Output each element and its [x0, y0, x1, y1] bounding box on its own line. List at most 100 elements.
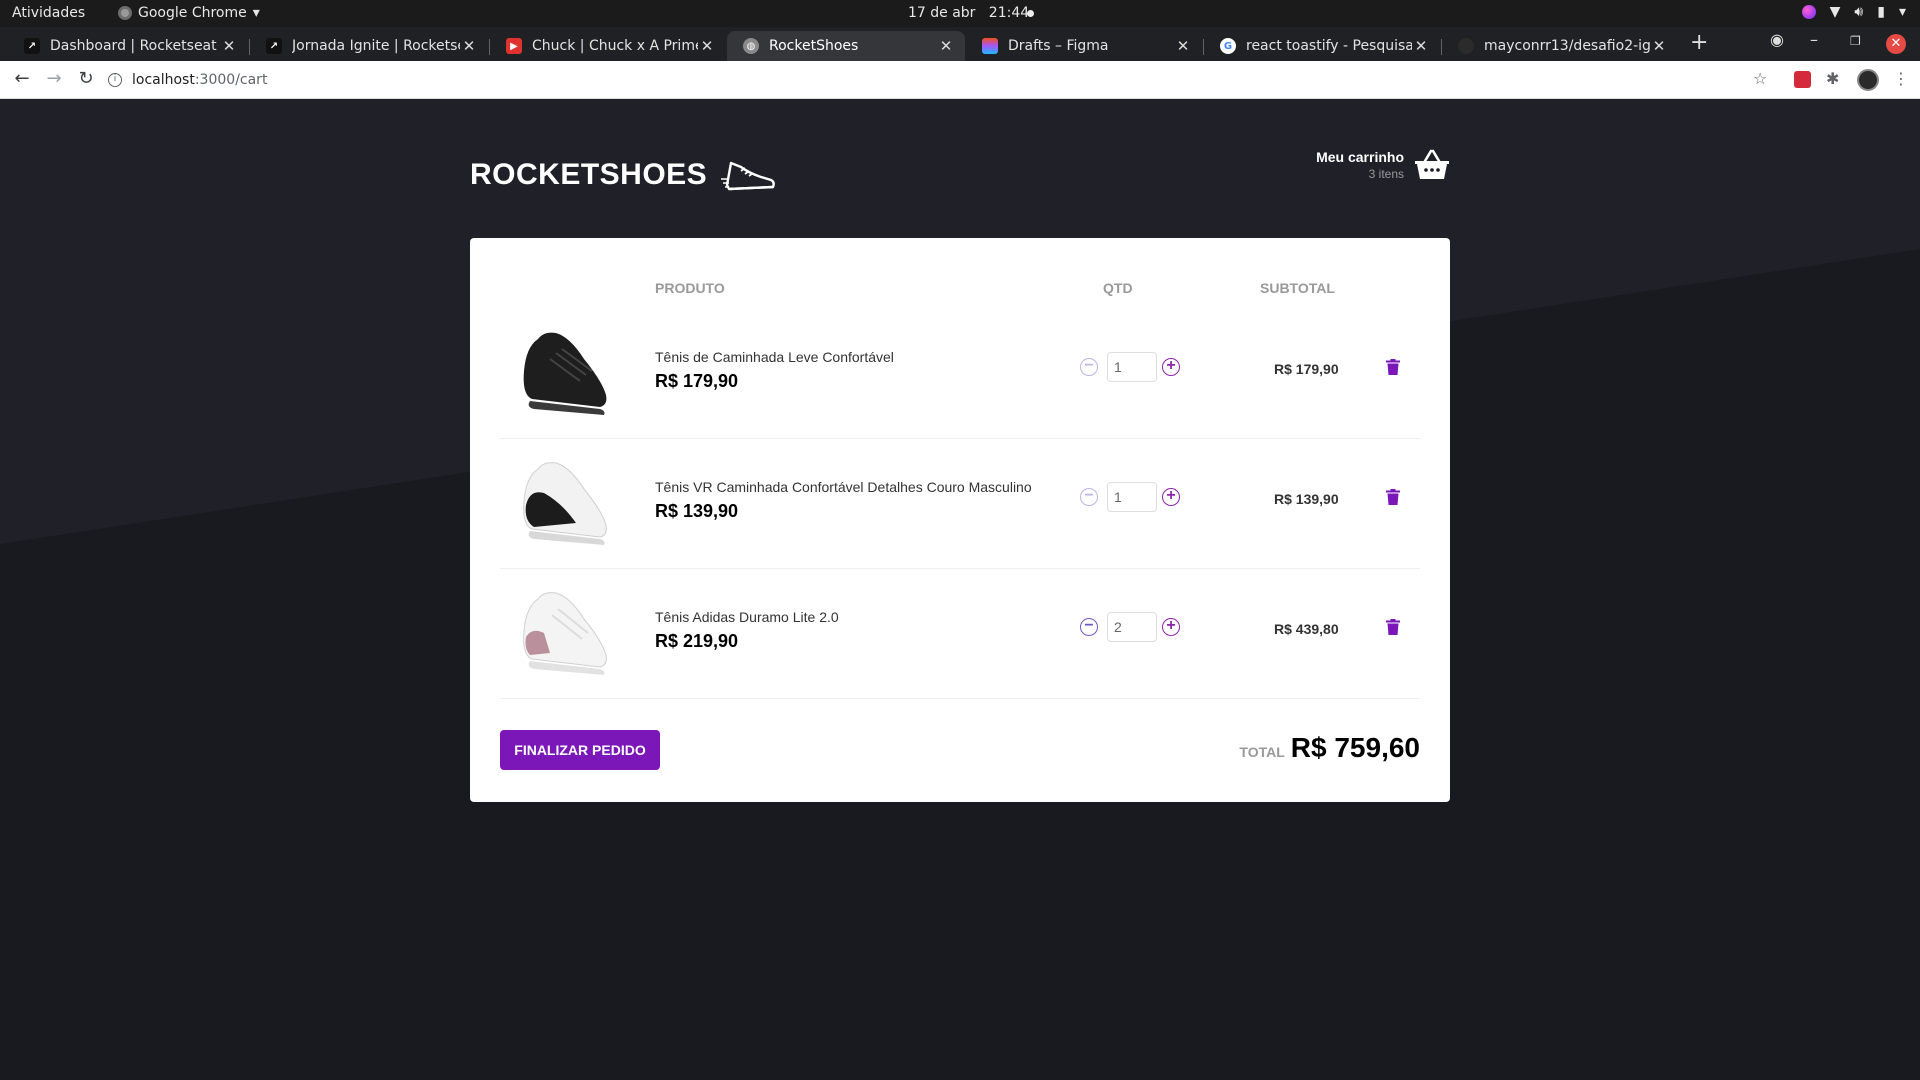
close-icon[interactable]: ✕	[220, 37, 238, 55]
decrement-qty-button[interactable]: −	[1080, 358, 1098, 376]
product-price: R$ 179,90	[655, 371, 739, 391]
tab-title: Dashboard | Rocketseat	[50, 38, 217, 54]
cart-item-row: Tênis VR Caminhada Confortável Detalhes …	[500, 439, 1420, 569]
decrement-qty-button[interactable]: −	[1080, 618, 1098, 636]
total-label: TOTAL	[1239, 744, 1285, 760]
forward-arrow-icon[interactable]: →	[42, 68, 66, 89]
video-icon: ▶	[506, 38, 522, 54]
item-subtotal: R$ 439,80	[1274, 621, 1339, 637]
tab-figma[interactable]: Drafts – Figma ✕	[966, 31, 1202, 61]
reload-icon[interactable]: ↻	[74, 68, 98, 89]
tab-title: Chuck | Chuck x A Primeira	[532, 38, 698, 54]
url-text: localhost:3000/cart	[132, 72, 267, 88]
cart-link[interactable]: Meu carrinho 3 itens	[1316, 149, 1450, 181]
product-image	[523, 462, 607, 545]
tab-title: Jornada Ignite | Rocketseat	[292, 38, 460, 54]
logo[interactable]: ROCKETSHOES	[470, 155, 777, 195]
increment-qty-button[interactable]: +	[1162, 358, 1180, 376]
product-name: Tênis Adidas Duramo Lite 2.0	[655, 609, 839, 625]
row-divider	[500, 698, 1420, 699]
more-menu-icon[interactable]: ⋮	[1893, 69, 1909, 88]
figma-icon	[982, 38, 998, 54]
product-price: R$ 219,90	[655, 631, 739, 651]
tab-rocketshoes[interactable]: ◍ RocketShoes ✕	[727, 31, 965, 61]
battery-icon: ▮	[1877, 4, 1885, 20]
chrome-icon	[118, 6, 132, 20]
sneaker-logo-icon	[721, 161, 776, 191]
product-price: R$ 139,90	[655, 501, 739, 521]
google-icon: G	[1220, 38, 1236, 54]
tab-search-icon[interactable]: ◉	[1770, 30, 1784, 49]
restore-icon[interactable]: ❐	[1850, 34, 1861, 48]
close-icon[interactable]: ✕	[1412, 37, 1430, 55]
bookmark-star-icon[interactable]: ☆	[1753, 69, 1767, 88]
wifi-icon: ▼	[1829, 4, 1841, 20]
shopping-basket-icon	[1415, 149, 1449, 179]
extension-icon[interactable]	[1794, 71, 1811, 88]
address-bar[interactable]: i localhost:3000/cart	[108, 66, 267, 94]
new-tab-plus-icon[interactable]: +	[1690, 30, 1708, 55]
item-subtotal: R$ 139,90	[1274, 491, 1339, 507]
column-header-product: PRODUTO	[655, 280, 725, 296]
tab-title: react toastify - Pesquisa Google	[1246, 38, 1412, 54]
product-name: Tênis VR Caminhada Confortável Detalhes …	[655, 479, 1032, 495]
trash-icon[interactable]	[1386, 489, 1400, 505]
back-arrow-icon[interactable]: ←	[10, 68, 34, 89]
system-top-bar: Atividades Google Chrome ▾ 17 de abr 21:…	[0, 0, 1920, 27]
decrement-qty-button[interactable]: −	[1080, 488, 1098, 506]
qty-input[interactable]	[1107, 482, 1157, 512]
system-tray[interactable]: ▼ 🔊︎ ▮ ▾	[1801, 4, 1906, 20]
tab-dashboard[interactable]: ↗ Dashboard | Rocketseat ✕	[8, 31, 248, 61]
notification-dot-icon	[1027, 10, 1034, 17]
clock[interactable]: 17 de abr 21:44	[908, 5, 1029, 21]
trash-icon[interactable]	[1386, 619, 1400, 635]
activities-button[interactable]: Atividades	[12, 5, 85, 21]
close-icon[interactable]: ✕	[1650, 37, 1668, 55]
url-host: localhost	[132, 72, 195, 88]
github-icon	[1458, 38, 1474, 54]
cart-title: Meu carrinho	[1316, 149, 1404, 165]
qty-input[interactable]	[1107, 352, 1157, 382]
tab-title: Drafts – Figma	[1008, 38, 1109, 54]
volume-icon: 🔊︎	[1854, 4, 1864, 20]
close-window-icon[interactable]: ✕	[1886, 34, 1906, 54]
caret-down-icon: ▾	[1898, 4, 1906, 20]
rocketseat-icon: ↗	[266, 38, 282, 54]
site-info-icon[interactable]: i	[108, 73, 122, 87]
increment-qty-button[interactable]: +	[1162, 618, 1180, 636]
qty-input[interactable]	[1107, 612, 1157, 642]
column-header-qty: QTD	[1103, 280, 1133, 296]
clock-time: 21:44	[988, 5, 1030, 21]
minimize-icon[interactable]: –	[1810, 30, 1818, 49]
page-content: ROCKETSHOES Meu carrinho 3 itens PRODUTO…	[0, 99, 1920, 1080]
rocketseat-icon: ↗	[24, 38, 40, 54]
browser-toolbar: ← → ↻ i localhost:3000/cart ☆ ✱ ⋮	[0, 61, 1920, 99]
tab-title: mayconrr13/desafio2-ignite	[1484, 38, 1650, 54]
product-name: Tênis de Caminhada Leve Confortável	[655, 349, 894, 365]
close-icon[interactable]: ✕	[698, 37, 716, 55]
increment-qty-button[interactable]: +	[1162, 488, 1180, 506]
tab-google-search[interactable]: G react toastify - Pesquisa Google ✕	[1204, 31, 1440, 61]
close-icon[interactable]: ✕	[1174, 37, 1192, 55]
item-subtotal: R$ 179,90	[1274, 361, 1339, 377]
logo-text: ROCKETSHOES	[470, 158, 708, 191]
total-value: R$ 759,60	[1290, 732, 1420, 763]
app-menu[interactable]: Google Chrome ▾	[118, 5, 260, 21]
close-icon[interactable]: ✕	[460, 37, 478, 55]
cart-info: Meu carrinho 3 itens	[1316, 149, 1404, 181]
globe-icon: ◍	[743, 38, 759, 54]
profile-avatar[interactable]	[1857, 69, 1879, 91]
app-menu-label: Google Chrome	[138, 5, 247, 21]
close-icon[interactable]: ✕	[937, 37, 955, 55]
tab-github[interactable]: mayconrr13/desafio2-ignite ✕	[1442, 31, 1678, 61]
tab-jornada-ignite[interactable]: ↗ Jornada Ignite | Rocketseat ✕	[250, 31, 488, 61]
product-image	[523, 332, 607, 415]
puzzle-extensions-icon[interactable]: ✱	[1826, 69, 1839, 88]
trash-icon[interactable]	[1386, 359, 1400, 375]
cart-item-count: 3 itens	[1368, 167, 1404, 181]
tab-chuck[interactable]: ▶ Chuck | Chuck x A Primeira ✕	[490, 31, 726, 61]
cart-item-row: Tênis Adidas Duramo Lite 2.0 R$ 219,90 −…	[500, 569, 1420, 699]
tab-strip: ↗ Dashboard | Rocketseat ✕ ↗ Jornada Ign…	[0, 27, 1920, 61]
color-picker-icon	[1801, 5, 1816, 19]
checkout-button[interactable]: Finalizar pedido	[500, 730, 660, 770]
